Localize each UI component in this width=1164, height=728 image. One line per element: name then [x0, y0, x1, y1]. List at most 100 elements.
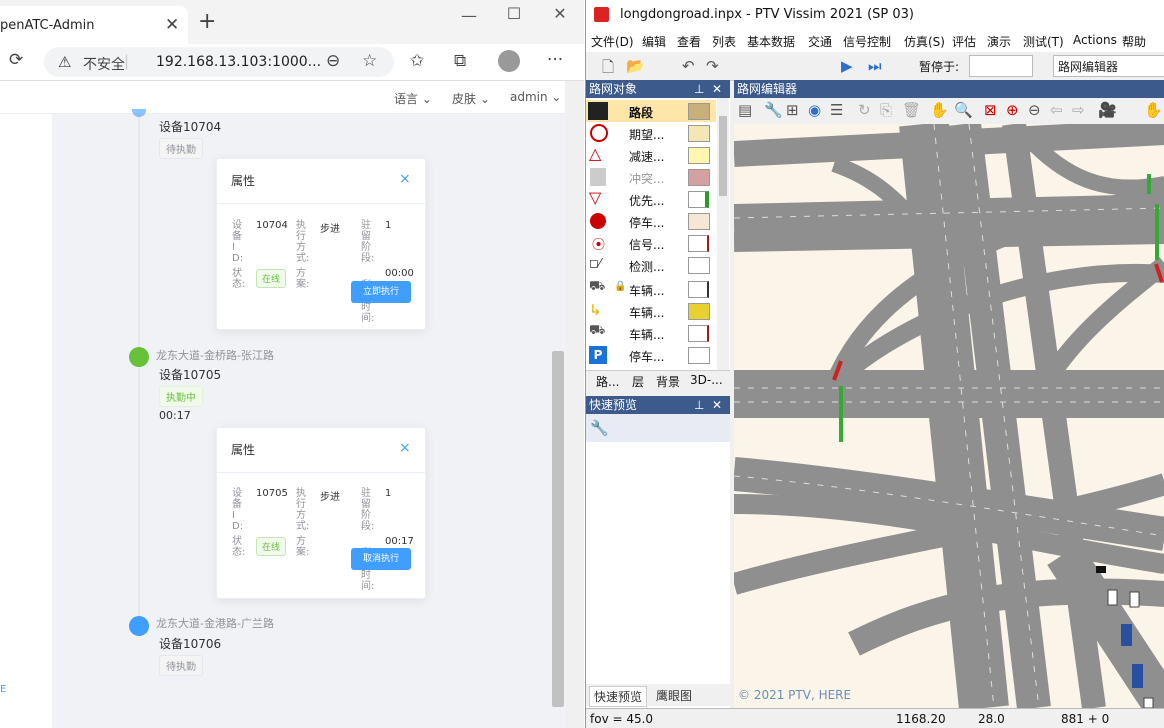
color-swatch[interactable] [688, 103, 710, 120]
scrollbar[interactable] [565, 81, 584, 728]
redo-icon[interactable]: ↷ [706, 57, 719, 75]
object-row[interactable]: ⦿ 信号... [586, 232, 716, 254]
object-row[interactable]: ↳ 车辆... [586, 300, 716, 322]
menu-help[interactable]: 帮助 [1122, 33, 1146, 50]
menu-test[interactable]: 测试(T) [1023, 33, 1064, 50]
color-swatch[interactable] [688, 147, 710, 164]
object-row-links[interactable]: 路段 [586, 100, 716, 122]
color-swatch[interactable] [688, 213, 710, 230]
tab-quick-view[interactable]: 快速预览 [589, 686, 648, 707]
refresh-icon[interactable]: ⟳ [9, 50, 23, 70]
favorite-add-icon[interactable]: ☆ [362, 51, 377, 71]
pin-icon[interactable]: ⊥ [694, 396, 704, 414]
color-swatch[interactable] [688, 303, 710, 320]
tab-close-icon[interactable]: ✕ [165, 15, 179, 35]
execute-now-button[interactable]: 立即执行 [351, 281, 411, 303]
rotate-icon[interactable]: ↻ [858, 101, 871, 119]
step-icon[interactable]: ⏭ [868, 57, 882, 75]
minimize-button[interactable]: — [454, 6, 484, 25]
vehicle[interactable] [1121, 624, 1132, 646]
color-swatch[interactable] [688, 281, 709, 298]
cancel-execution-button[interactable]: 取消执行 [351, 548, 411, 570]
object-row[interactable]: ⛟ 🔒 车辆... [586, 278, 716, 300]
list-icon[interactable]: ☰ [830, 101, 843, 119]
close-icon[interactable]: × [399, 440, 411, 456]
zoom-all-icon[interactable]: ⊠ [984, 101, 997, 119]
skin-menu[interactable]: 皮肤 ⌄ [452, 90, 490, 107]
menu-lists[interactable]: 列表 [712, 33, 736, 50]
object-row[interactable]: 期望... [586, 122, 716, 144]
user-menu[interactable]: admin ⌄ [510, 90, 561, 104]
editor-select[interactable]: 路网编辑器 [1053, 55, 1164, 77]
security-label[interactable]: 不安全 [83, 54, 125, 74]
delete-icon[interactable]: 🗑 [902, 101, 921, 119]
menu-edit[interactable]: 编辑 [642, 33, 666, 50]
object-row[interactable]: 停车... [586, 210, 716, 232]
wrench-icon[interactable]: 🔧 [764, 101, 783, 119]
camera-icon[interactable]: 🎥 [1098, 101, 1117, 119]
list-scrollbar[interactable] [717, 98, 729, 370]
undo-icon[interactable]: ↶ [682, 57, 695, 75]
menu-signal-control[interactable]: 信号控制 [843, 33, 891, 50]
hand-icon[interactable]: ✋ [1144, 101, 1163, 119]
menu-presentation[interactable]: 演示 [987, 33, 1011, 50]
network-map[interactable]: © 2021 PTV, HERE [734, 124, 1164, 708]
back-icon[interactable]: ⇦ [1050, 101, 1063, 119]
color-swatch[interactable] [688, 191, 709, 208]
color-swatch[interactable] [688, 347, 710, 364]
menu-traffic[interactable]: 交通 [808, 33, 832, 50]
left-nav-item[interactable]: E [0, 684, 6, 695]
layout-icon[interactable]: ▤ [738, 101, 752, 119]
forward-icon[interactable]: ⇨ [1072, 101, 1085, 119]
more-icon[interactable]: ··· [547, 50, 563, 70]
grid-icon[interactable]: ⊞ [786, 101, 799, 119]
vehicle[interactable] [1107, 589, 1118, 606]
color-swatch[interactable] [688, 169, 710, 186]
menu-file[interactable]: 文件(D) [591, 33, 634, 50]
globe-icon[interactable]: ◉ [808, 101, 821, 119]
vehicle[interactable] [1143, 697, 1154, 708]
copy-icon[interactable]: ⎘ [880, 101, 892, 119]
url-text[interactable]: 192.168.13.103:1000... [156, 54, 321, 70]
menu-view[interactable]: 查看 [677, 33, 701, 50]
list-scroll-thumb[interactable] [719, 116, 727, 196]
vehicle[interactable] [1132, 664, 1143, 688]
maximize-button[interactable]: ☐ [499, 4, 529, 23]
vehicle[interactable] [1096, 566, 1106, 573]
scrollbar-thumb[interactable] [552, 351, 564, 707]
language-menu[interactable]: 语言 ⌄ [394, 90, 432, 107]
tab-bird-eye[interactable]: 鹰眼图 [656, 687, 692, 704]
object-row[interactable]: ▽ 优先... [586, 188, 716, 210]
open-file-icon[interactable]: 📂 [626, 57, 645, 75]
object-row[interactable]: ⛟ 车辆... [586, 322, 716, 344]
zoom-in-icon[interactable]: ⊕ [1006, 101, 1019, 119]
tab-background[interactable]: 背景 [656, 373, 680, 390]
warning-icon[interactable]: ⚠ [58, 53, 71, 71]
pin-icon[interactable]: ⊥ [694, 80, 704, 98]
menu-simulation[interactable]: 仿真(S) [904, 33, 945, 50]
pan-select-icon[interactable]: ✋ [930, 101, 949, 119]
zoom-select-icon[interactable]: 🔍 [954, 101, 973, 119]
tab-3d[interactable]: 3D-... [690, 373, 723, 387]
address-bar[interactable]: ⚠ 不安全 | 192.168.13.103:1000... ⊖ ☆ [44, 47, 394, 77]
close-window-button[interactable]: ✕ [545, 4, 575, 23]
color-swatch[interactable] [688, 125, 710, 142]
menu-evaluation[interactable]: 评估 [952, 33, 976, 50]
menu-actions[interactable]: Actions [1073, 33, 1117, 47]
pause-at-input[interactable] [969, 55, 1033, 77]
play-icon[interactable]: ▶ [841, 57, 853, 75]
wrench-icon[interactable]: 🔧 [590, 419, 609, 437]
zoom-out-icon[interactable]: ⊖ [1028, 101, 1041, 119]
new-tab-button[interactable]: + [198, 9, 216, 34]
tab-network[interactable]: 路... [596, 373, 619, 390]
new-file-icon[interactable]: 🗋 [602, 57, 614, 82]
browser-tab[interactable]: penATC-Admin ✕ [0, 6, 188, 44]
zoom-icon[interactable]: ⊖ [326, 51, 340, 71]
object-row[interactable]: △ 减速... [586, 144, 716, 166]
tab-levels[interactable]: 层 [632, 373, 644, 390]
menu-base-data[interactable]: 基本数据 [747, 33, 795, 50]
close-icon[interactable]: ✕ [712, 80, 722, 98]
lock-icon[interactable]: 🔒 [614, 281, 626, 292]
close-icon[interactable]: ✕ [712, 396, 722, 414]
color-swatch[interactable] [688, 257, 710, 274]
